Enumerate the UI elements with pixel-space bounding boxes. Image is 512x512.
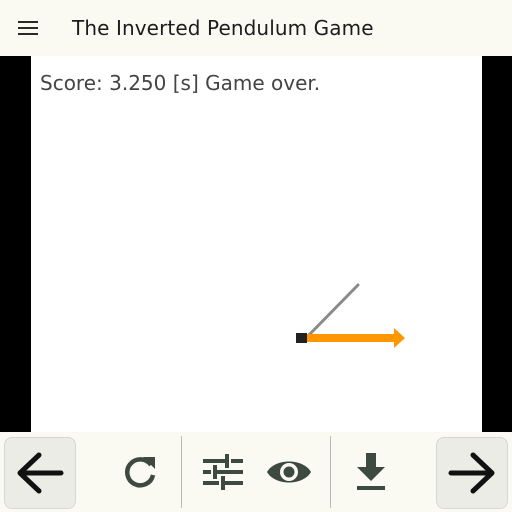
pendulum-scene: [296, 283, 405, 348]
tune-icon: [203, 454, 243, 490]
arrow-left-icon: [17, 452, 64, 494]
settings-button[interactable]: [195, 444, 251, 500]
force-arrow-head: [394, 328, 405, 348]
bottom-toolbar: [0, 432, 512, 512]
view-button[interactable]: [261, 444, 317, 500]
toolbar-divider-2: [330, 436, 331, 508]
pendulum-pole: [304, 283, 360, 340]
menu-button[interactable]: [0, 0, 56, 56]
download-icon: [357, 453, 385, 490]
toolbar-divider-1: [181, 436, 182, 508]
back-button[interactable]: [4, 437, 76, 509]
forward-button[interactable]: [436, 437, 508, 509]
app-title: The Inverted Pendulum Game: [72, 16, 374, 40]
game-canvas[interactable]: Score: 3.250 [s] Game over.: [31, 56, 482, 432]
app-bar: The Inverted Pendulum Game: [0, 0, 512, 56]
download-button[interactable]: [343, 444, 399, 500]
eye-icon: [267, 461, 311, 483]
force-arrow-shaft: [307, 334, 396, 342]
reset-button[interactable]: [112, 444, 168, 500]
arrow-right-icon: [448, 452, 495, 494]
refresh-icon: [125, 457, 156, 488]
menu-icon: [18, 21, 38, 35]
cart: [296, 333, 307, 343]
